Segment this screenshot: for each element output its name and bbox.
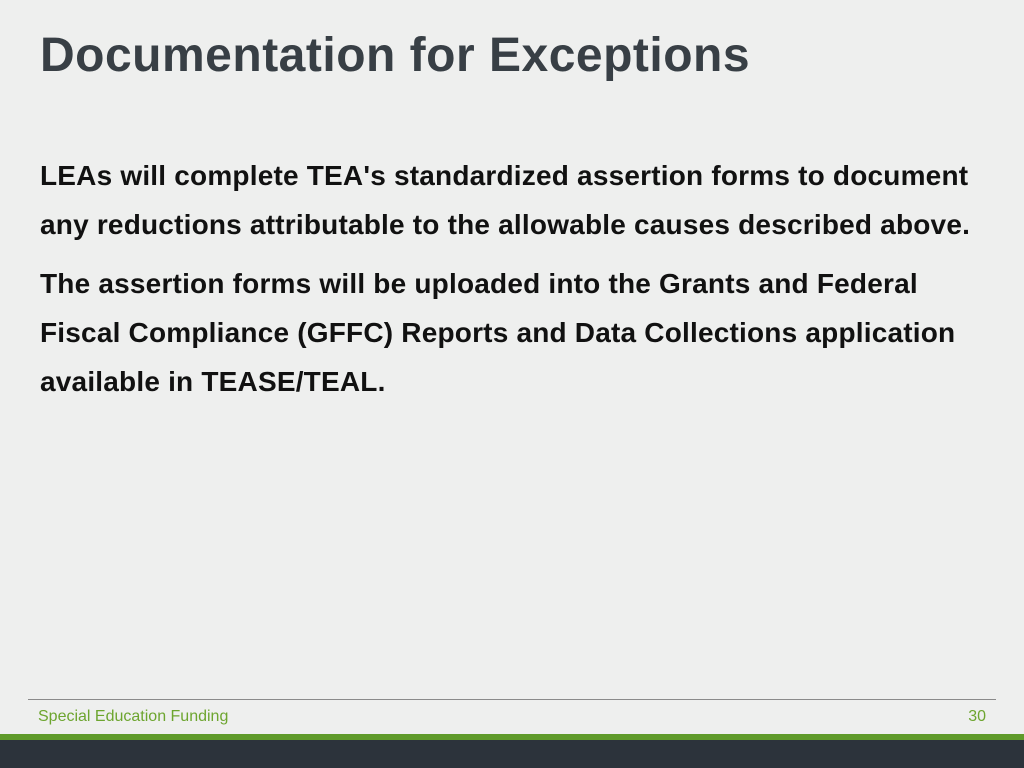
body-paragraph-2: The assertion forms will be uploaded int… (40, 259, 984, 406)
footer-label: Special Education Funding (38, 708, 228, 726)
page-number: 30 (968, 708, 986, 726)
slide: Documentation for Exceptions LEAs will c… (0, 0, 1024, 768)
body-paragraph-1: LEAs will complete TEA's standardized as… (40, 151, 984, 249)
slide-body: LEAs will complete TEA's standardized as… (40, 151, 984, 406)
footer-row: Special Education Funding 30 (0, 708, 1024, 734)
footer-divider (28, 699, 996, 700)
slide-footer: Special Education Funding 30 (0, 699, 1024, 768)
footer-dark-bar (0, 740, 1024, 768)
slide-title: Documentation for Exceptions (40, 30, 984, 83)
